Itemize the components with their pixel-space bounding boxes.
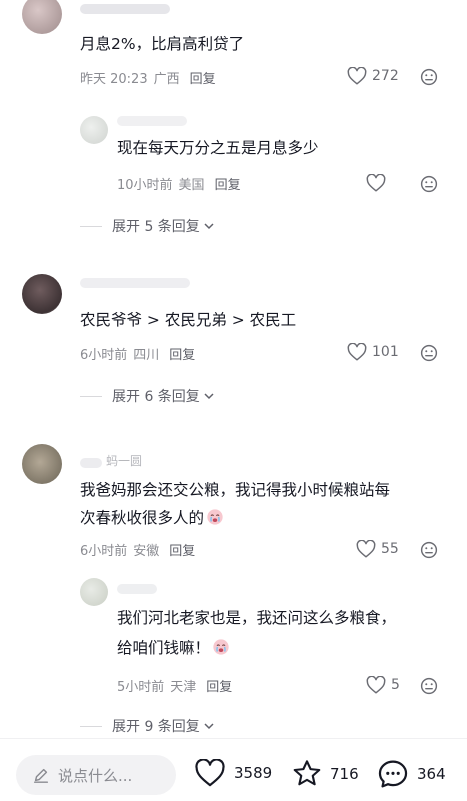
- like-button[interactable]: 5: [366, 676, 400, 694]
- like-count: 101: [372, 344, 399, 360]
- reply-button[interactable]: 回复: [169, 348, 195, 363]
- reply-text-line-1: 我们河北老家也是，我还问这么多粮食，: [117, 609, 397, 627]
- like-count: 272: [372, 68, 399, 84]
- divider-line: [80, 725, 102, 727]
- bottom-action-bar: 说点什么... 3589 716 364: [0, 738, 467, 801]
- comment-text-line-2: 次春秋收很多人的: [80, 504, 224, 533]
- neutral-face-icon[interactable]: [420, 344, 438, 362]
- heart-icon: [195, 759, 225, 787]
- crying-emoji-icon: [213, 639, 229, 655]
- reply-text-line-2-text: 给咱们钱嘛！: [117, 639, 211, 657]
- chevron-down-icon: [204, 393, 214, 400]
- reply-meta: 5小时前 天津 回复: [117, 676, 232, 695]
- expand-replies-button[interactable]: 展开 5 条回复: [80, 216, 214, 236]
- reply-button[interactable]: 回复: [190, 72, 216, 87]
- username-blurred[interactable]: [117, 584, 157, 594]
- like-button[interactable]: 55: [356, 540, 399, 558]
- comment-time: 昨天 20:23: [80, 72, 148, 87]
- expand-replies-button[interactable]: 展开 6 条回复: [80, 386, 214, 406]
- heart-outline-icon: [347, 67, 367, 85]
- comment-location: 四川: [133, 348, 160, 363]
- favorite-total: 716: [330, 764, 359, 783]
- comment-input-placeholder: 说点什么...: [58, 766, 133, 785]
- divider-line: [80, 395, 102, 397]
- reply-time: 10小时前: [117, 178, 173, 193]
- reply-button[interactable]: 回复: [215, 178, 241, 193]
- star-icon: [293, 760, 321, 786]
- comment-meta: 昨天 20:23 广西 回复: [80, 68, 216, 87]
- chevron-down-icon: [204, 723, 214, 730]
- like-count: 55: [381, 541, 399, 557]
- avatar[interactable]: [80, 578, 108, 606]
- neutral-face-icon[interactable]: [420, 68, 438, 86]
- crying-emoji-icon: [207, 509, 223, 525]
- pencil-icon: [33, 768, 49, 783]
- comment-meta: 6小时前 四川 回复: [80, 344, 195, 363]
- reply-text-line-2: 给咱们钱嘛！: [117, 634, 230, 663]
- username-partial[interactable]: 蚂一圆: [106, 452, 142, 469]
- reply-time: 5小时前: [117, 680, 165, 695]
- divider-line: [80, 225, 102, 227]
- expand-replies-button[interactable]: 展开 9 条回复: [80, 716, 214, 736]
- like-button[interactable]: [366, 174, 386, 192]
- comment-button[interactable]: 364: [377, 759, 446, 789]
- avatar[interactable]: [80, 116, 108, 144]
- reply-location: 天津: [170, 680, 197, 695]
- reply-meta: 10小时前 美国 回复: [117, 174, 241, 193]
- reply-text: 现在每天万分之五是月息多少: [117, 139, 319, 157]
- heart-outline-icon: [347, 343, 367, 361]
- comment-text-line-1: 我爸妈那会还交公粮，我记得我小时候粮站每: [80, 481, 391, 499]
- comment-time: 6小时前: [80, 348, 128, 363]
- comment-text: 月息2%，比肩高利贷了: [80, 35, 245, 53]
- like-button[interactable]: 272: [347, 67, 399, 85]
- neutral-face-icon[interactable]: [420, 541, 438, 559]
- comment-text: 农民爷爷 > 农民兄弟 > 农民工: [80, 311, 297, 329]
- reply-button[interactable]: 回复: [169, 544, 195, 559]
- comment-input[interactable]: 说点什么...: [16, 755, 176, 795]
- avatar[interactable]: [22, 0, 62, 34]
- comment-total: 364: [417, 765, 446, 783]
- like-button[interactable]: 101: [347, 343, 399, 361]
- comment-location: 广西: [153, 72, 180, 87]
- expand-label: 展开 5 条回复: [112, 219, 200, 235]
- comment-meta: 6小时前 安徽 回复: [80, 540, 195, 559]
- heart-outline-icon: [356, 540, 376, 558]
- like-post-button[interactable]: 3589: [194, 759, 272, 787]
- comment-bubble-icon: [378, 760, 408, 788]
- neutral-face-icon[interactable]: [420, 175, 438, 193]
- like-total: 3589: [234, 764, 273, 782]
- comment-location: 安徽: [133, 544, 160, 559]
- reply-button[interactable]: 回复: [206, 680, 232, 695]
- username-blurred[interactable]: [80, 278, 190, 288]
- username-blurred[interactable]: [80, 458, 102, 468]
- heart-outline-icon: [366, 174, 386, 192]
- username-blurred[interactable]: [80, 4, 170, 14]
- favorite-button[interactable]: 716: [292, 759, 359, 788]
- comment-text-line-2-text: 次春秋收很多人的: [80, 509, 205, 527]
- avatar[interactable]: [22, 444, 62, 484]
- heart-outline-icon: [366, 676, 386, 694]
- like-count: 5: [391, 677, 400, 693]
- expand-label: 展开 9 条回复: [112, 719, 200, 735]
- reply-location: 美国: [178, 178, 205, 193]
- expand-label: 展开 6 条回复: [112, 389, 200, 405]
- comment-time: 6小时前: [80, 544, 128, 559]
- username-blurred[interactable]: [117, 116, 187, 126]
- avatar[interactable]: [22, 274, 62, 314]
- neutral-face-icon[interactable]: [420, 677, 438, 695]
- chevron-down-icon: [204, 223, 214, 230]
